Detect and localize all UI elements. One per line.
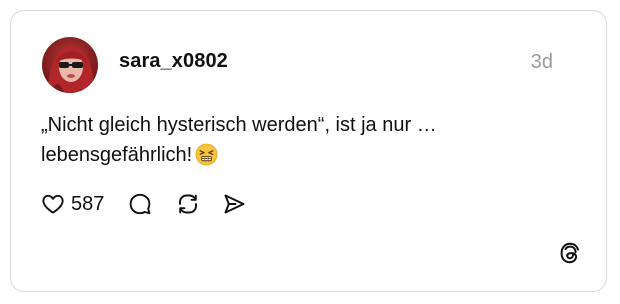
- share-button[interactable]: [222, 192, 246, 216]
- threads-logo-glyph: [560, 242, 579, 264]
- threads-logo-icon[interactable]: [558, 241, 582, 265]
- like-button[interactable]: 587: [41, 192, 104, 216]
- post-text-line-2-text: lebensgefährlich!: [41, 144, 193, 166]
- username[interactable]: sara_x0802: [119, 50, 228, 73]
- repost-button[interactable]: [176, 192, 200, 216]
- post-text-line-2: lebensgefährlich!: [41, 140, 561, 170]
- send-icon: [224, 194, 245, 214]
- post-card[interactable]: sara_x0802 3d „Nicht gleich hysterisch w…: [10, 10, 607, 292]
- post-timestamp: 3d: [530, 51, 553, 73]
- like-count: 587: [71, 192, 105, 215]
- heart-icon: [42, 194, 64, 214]
- persevering-face-emoji-icon: [195, 143, 218, 166]
- post-text-line-1: „Nicht gleich hysterisch werden“, ist ja…: [41, 114, 437, 136]
- comment-bubble-icon: [130, 193, 151, 215]
- post-text: „Nicht gleich hysterisch werden“, ist ja…: [41, 110, 561, 170]
- avatar[interactable]: [42, 37, 98, 93]
- avatar-image: [42, 37, 98, 93]
- repost-icon: [179, 194, 198, 214]
- post-actions: 587: [41, 189, 246, 219]
- comment-button[interactable]: [128, 192, 152, 216]
